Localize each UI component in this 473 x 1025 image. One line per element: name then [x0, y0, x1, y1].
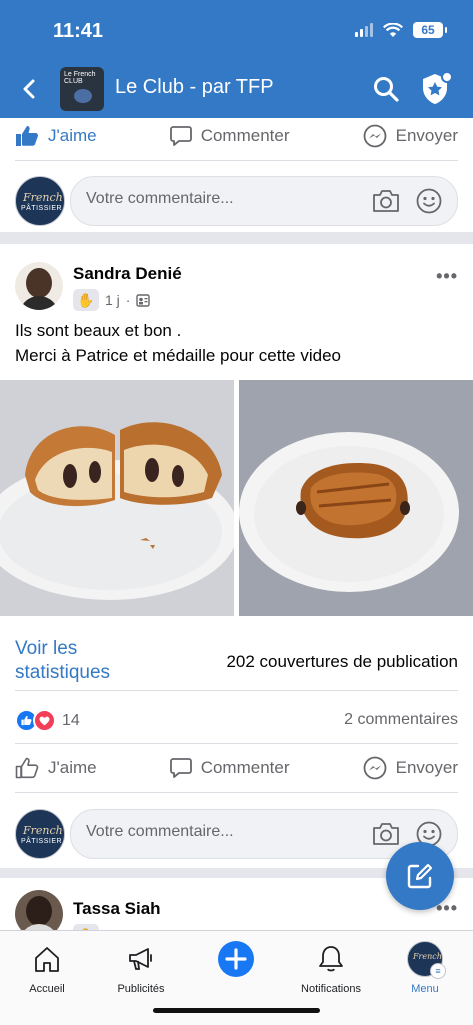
post-text: Ils sont beaux et bon . Merci à Patrice … [15, 318, 341, 368]
author-name[interactable]: Tassa Siah [73, 899, 161, 919]
battery-icon: 65 [413, 22, 447, 38]
comments-count[interactable]: 2 commentaires [344, 711, 458, 729]
group-avatar[interactable]: Le French CLUB [60, 67, 104, 111]
divider [15, 690, 458, 691]
like-button[interactable]: J'aime [15, 757, 97, 779]
like-label: J'aime [48, 758, 97, 777]
bell-icon [319, 946, 343, 972]
comment-label: Commenter [200, 126, 290, 145]
member-badge-icon: ✋ [73, 289, 99, 311]
tab-home[interactable]: Accueil [0, 931, 94, 995]
send-button[interactable]: Envoyer [363, 756, 458, 780]
menu-icon: ≡ [430, 963, 446, 979]
messenger-icon [363, 756, 387, 780]
tab-label: Notifications [301, 983, 361, 995]
author-name[interactable]: Sandra Denié [73, 264, 182, 284]
tab-menu[interactable]: French ≡ Menu [378, 931, 472, 995]
reaction-summary[interactable]: 14 [15, 709, 80, 732]
send-label: Envoyer [395, 126, 458, 145]
thumbs-up-icon [15, 757, 39, 779]
home-icon [35, 947, 59, 972]
status-time: 11:41 [53, 20, 104, 42]
group-avatar-text: Le French CLUB [64, 71, 96, 85]
more-options-icon[interactable]: ••• [436, 266, 458, 287]
coverage-count: 202 couvertures de publication [226, 652, 458, 671]
like-label: J'aime [48, 126, 97, 145]
tab-create[interactable] [189, 931, 283, 977]
emoji-icon[interactable] [416, 188, 442, 214]
comment-input[interactable]: Votre commentaire... [70, 176, 458, 226]
stats-link-line: statistiques [15, 662, 111, 683]
thumbs-up-icon [16, 126, 38, 146]
post-card: Sandra Denié ✋ 1 j · ••• Ils sont beaux … [0, 244, 473, 868]
reaction-count: 14 [62, 711, 80, 729]
like-button[interactable]: J'aime [15, 125, 97, 147]
post-text-line: Merci à Patrice et médaille pour cette v… [15, 346, 341, 365]
messenger-icon [363, 124, 387, 148]
wifi-icon [383, 22, 403, 37]
author-avatar[interactable] [15, 890, 63, 930]
stats-link-line: Voir les [15, 638, 78, 659]
home-indicator [153, 1008, 320, 1013]
search-icon[interactable] [372, 75, 400, 103]
tab-label: Publicités [117, 983, 165, 995]
plus-icon [218, 941, 254, 977]
commenter-avatar: French PÂTISSIER [15, 809, 65, 859]
camera-icon[interactable] [371, 821, 401, 847]
send-label: Envoyer [395, 758, 458, 777]
view-stats-link[interactable]: Voir les statistiques [15, 637, 110, 685]
compose-post-button[interactable] [386, 842, 454, 910]
send-button[interactable]: Envoyer [363, 124, 458, 148]
tab-label: Accueil [29, 983, 65, 995]
notification-dot [441, 71, 453, 83]
comment-placeholder: Votre commentaire... [86, 823, 234, 840]
comment-icon [169, 758, 192, 778]
author-avatar[interactable] [15, 262, 63, 310]
group-audience-icon [136, 293, 151, 307]
status-bar: 11:41 65 [0, 0, 473, 60]
tab-ads[interactable]: Publicités [94, 931, 188, 995]
previous-post: J'aime Commenter Envoyer French PÂTISSIE… [0, 118, 473, 232]
love-reaction-icon [33, 709, 56, 732]
comment-button[interactable]: Commenter [169, 125, 290, 147]
megaphone-icon [129, 948, 152, 970]
comment-button[interactable]: Commenter [169, 757, 290, 779]
post-meta: ✋ 1 j · [73, 289, 151, 311]
post-text-line: Ils sont beaux et bon . [15, 321, 182, 340]
group-header: Le French CLUB Le Club - par TFP [0, 60, 473, 118]
comment-label: Commenter [200, 758, 290, 777]
tab-label: Menu [411, 983, 439, 995]
commenter-avatar: French PÂTISSIER [15, 176, 65, 226]
compose-icon [407, 863, 433, 889]
divider [15, 792, 458, 793]
comment-placeholder: Votre commentaire... [86, 190, 234, 207]
signal-icon [355, 23, 373, 37]
post-time: 1 j [105, 292, 120, 308]
post-actions: J'aime Commenter Envoyer [15, 744, 458, 792]
tab-notifications[interactable]: Notifications [284, 931, 378, 995]
group-title[interactable]: Le Club - par TFP [115, 76, 274, 99]
post-photo-croissant-cut[interactable] [0, 380, 234, 616]
post-photo-pain-au-chocolat[interactable] [239, 380, 473, 616]
comment-icon [169, 126, 192, 146]
camera-icon[interactable] [371, 188, 401, 214]
post-actions: J'aime Commenter Envoyer [15, 112, 458, 160]
divider [15, 160, 458, 161]
back-icon[interactable] [18, 75, 42, 103]
